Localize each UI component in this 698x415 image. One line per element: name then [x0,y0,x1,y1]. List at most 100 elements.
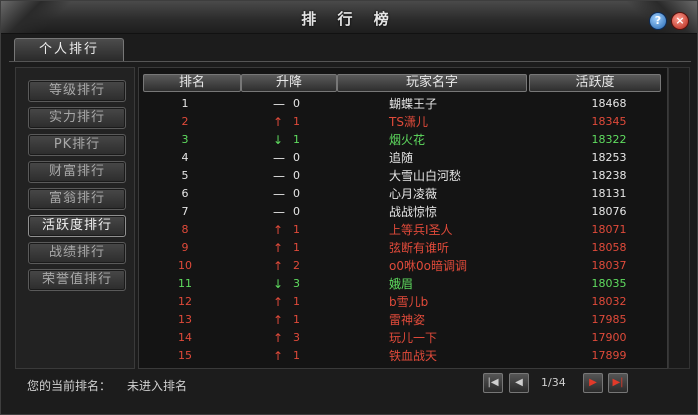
activity-value-cell: 18058 [591,241,627,254]
close-button[interactable]: × [671,12,689,30]
title-bar[interactable]: 排 行 榜 ? × [1,1,697,34]
sidebar-item-wealth[interactable]: 财富排行 [28,161,126,183]
activity-value-cell: 17985 [591,313,627,326]
activity-value-cell: 18468 [591,97,627,110]
player-name-cell: 玩儿一下 [389,331,438,345]
first-page-button[interactable]: |◀ [483,373,503,393]
table-row[interactable]: 9 ↑ 1 弦断有谁听 18058 [139,239,667,257]
sidebar-item-strength[interactable]: 实力排行 [28,107,126,129]
change-value: 2 [293,259,300,272]
change-value: 0 [293,151,300,164]
prev-page-button[interactable]: ◀ [509,373,529,393]
arrow-up-icon: ↑ [273,313,284,327]
dash-icon: — [273,169,285,183]
player-name-cell: o0咻0o暗调调 [389,259,467,273]
table-row[interactable]: 12 ↑ 1 b雪儿b 18032 [139,293,667,311]
player-name-cell: 烟火花 [389,133,426,147]
table-row[interactable]: 8 ↑ 1 上等兵I圣人 18071 [139,221,667,239]
rank-cell: 7 [181,205,189,218]
change-value: 3 [293,277,300,290]
player-name-cell: 雷神姿 [389,313,426,327]
dash-icon: — [273,187,285,201]
player-name-cell: 战战惊惊 [389,205,438,219]
rank-cell: 11 [178,277,192,290]
column-header-player-name[interactable]: 玩家名字 [337,74,527,92]
player-name-cell: 娥眉 [389,277,414,291]
table-row[interactable]: 11 ↓ 3 娥眉 18035 [139,275,667,293]
arrow-up-icon: ↑ [273,295,284,309]
sidebar-item-level[interactable]: 等级排行 [28,80,126,102]
activity-value-cell: 17900 [591,331,627,344]
tab-personal-ranking[interactable]: 个人排行 [14,38,124,61]
table-row[interactable]: 3 ↓ 1 烟火花 18322 [139,131,667,149]
player-name-cell: 追随 [389,151,414,165]
activity-value-cell: 18345 [591,115,627,128]
column-header-activity[interactable]: 活跃度 [529,74,661,92]
rank-cell: 15 [178,349,192,362]
table-row[interactable]: 6 — 0 心月凌薇 18131 [139,185,667,203]
page-indicator: 1/34 [541,376,566,389]
rank-cell: 6 [181,187,189,200]
rank-cell: 2 [181,115,189,128]
player-name-cell: 铁血战天 [389,349,438,363]
table-row[interactable]: 5 — 0 大雪山白河愁 18238 [139,167,667,185]
help-button[interactable]: ? [649,12,667,30]
first-page-icon: |◀ [487,377,499,388]
table-row[interactable]: 13 ↑ 1 雷神姿 17985 [139,311,667,329]
last-page-icon: ▶| [612,377,624,388]
sidebar-item-record[interactable]: 战绩排行 [28,242,126,264]
player-name-cell: 大雪山白河愁 [389,169,462,183]
sidebar-item-activity[interactable]: 活跃度排行 [28,215,126,237]
ranking-window: 排 行 榜 ? × 个人排行 等级排行 实力排行 PK排行 财富排行 富翁排行 … [0,0,698,415]
rank-cell: 9 [181,241,189,254]
current-rank-label: 您的当前排名： [27,379,112,393]
change-value: 1 [293,241,300,254]
table-row[interactable]: 15 ↑ 1 铁血战天 17899 [139,347,667,365]
table-row[interactable]: 1 — 0 蝴蝶王子 18468 [139,95,667,113]
column-header-rank[interactable]: 排名 [143,74,241,92]
table-row[interactable]: 10 ↑ 2 o0咻0o暗调调 18037 [139,257,667,275]
table-row[interactable]: 14 ↑ 3 玩儿一下 17900 [139,329,667,347]
dash-icon: — [273,151,285,165]
player-name-cell: 蝴蝶王子 [389,97,438,111]
sidebar-item-pk[interactable]: PK排行 [28,134,126,156]
arrow-down-icon: ↓ [273,133,284,147]
prev-page-icon: ◀ [515,377,523,388]
window-title: 排 行 榜 [301,10,397,28]
arrow-up-icon: ↑ [273,241,284,255]
rank-cell: 4 [181,151,189,164]
activity-value-cell: 18238 [591,169,627,182]
arrow-up-icon: ↑ [273,223,284,237]
next-page-button[interactable]: ▶ [583,373,603,393]
change-value: 0 [293,187,300,200]
player-name-cell: b雪儿b [389,295,429,309]
column-header-change[interactable]: 升降 [241,74,337,92]
change-value: 0 [293,97,300,110]
sidebar-item-honor[interactable]: 荣誉值排行 [28,269,126,291]
activity-value-cell: 18253 [591,151,627,164]
table-scrollbar[interactable] [668,67,690,369]
current-rank-value: 未进入排名 [127,379,188,393]
player-name-cell: 上等兵I圣人 [389,223,453,237]
change-value: 1 [293,349,300,362]
activity-value-cell: 18131 [591,187,627,200]
activity-value-cell: 17899 [591,349,627,362]
table-row[interactable]: 2 ↑ 1 TS潇儿 18345 [139,113,667,131]
rank-cell: 5 [181,169,189,182]
rank-cell: 14 [178,331,192,344]
change-value: 1 [293,295,300,308]
rank-cell: 13 [178,313,192,326]
change-value: 0 [293,205,300,218]
last-page-button[interactable]: ▶| [608,373,628,393]
table-row[interactable]: 7 — 0 战战惊惊 18076 [139,203,667,221]
change-value: 3 [293,331,300,344]
ranking-table: 排名 升降 玩家名字 活跃度 1—0 蝴蝶王子 18468 2 ↑ 1 TS潇儿 18345 3… [138,67,668,369]
rank-cell: 10 [178,259,192,272]
sidebar-item-rich[interactable]: 富翁排行 [28,188,126,210]
rank-cell: 12 [178,295,192,308]
ranking-category-sidebar: 等级排行 实力排行 PK排行 财富排行 富翁排行 活跃度排行 战绩排行 荣誉值排… [15,67,135,369]
player-name-cell: 心月凌薇 [389,187,438,201]
player-name-cell: 弦断有谁听 [389,241,450,255]
next-page-icon: ▶ [589,377,597,388]
table-row[interactable]: 4 — 0 追随 18253 [139,149,667,167]
